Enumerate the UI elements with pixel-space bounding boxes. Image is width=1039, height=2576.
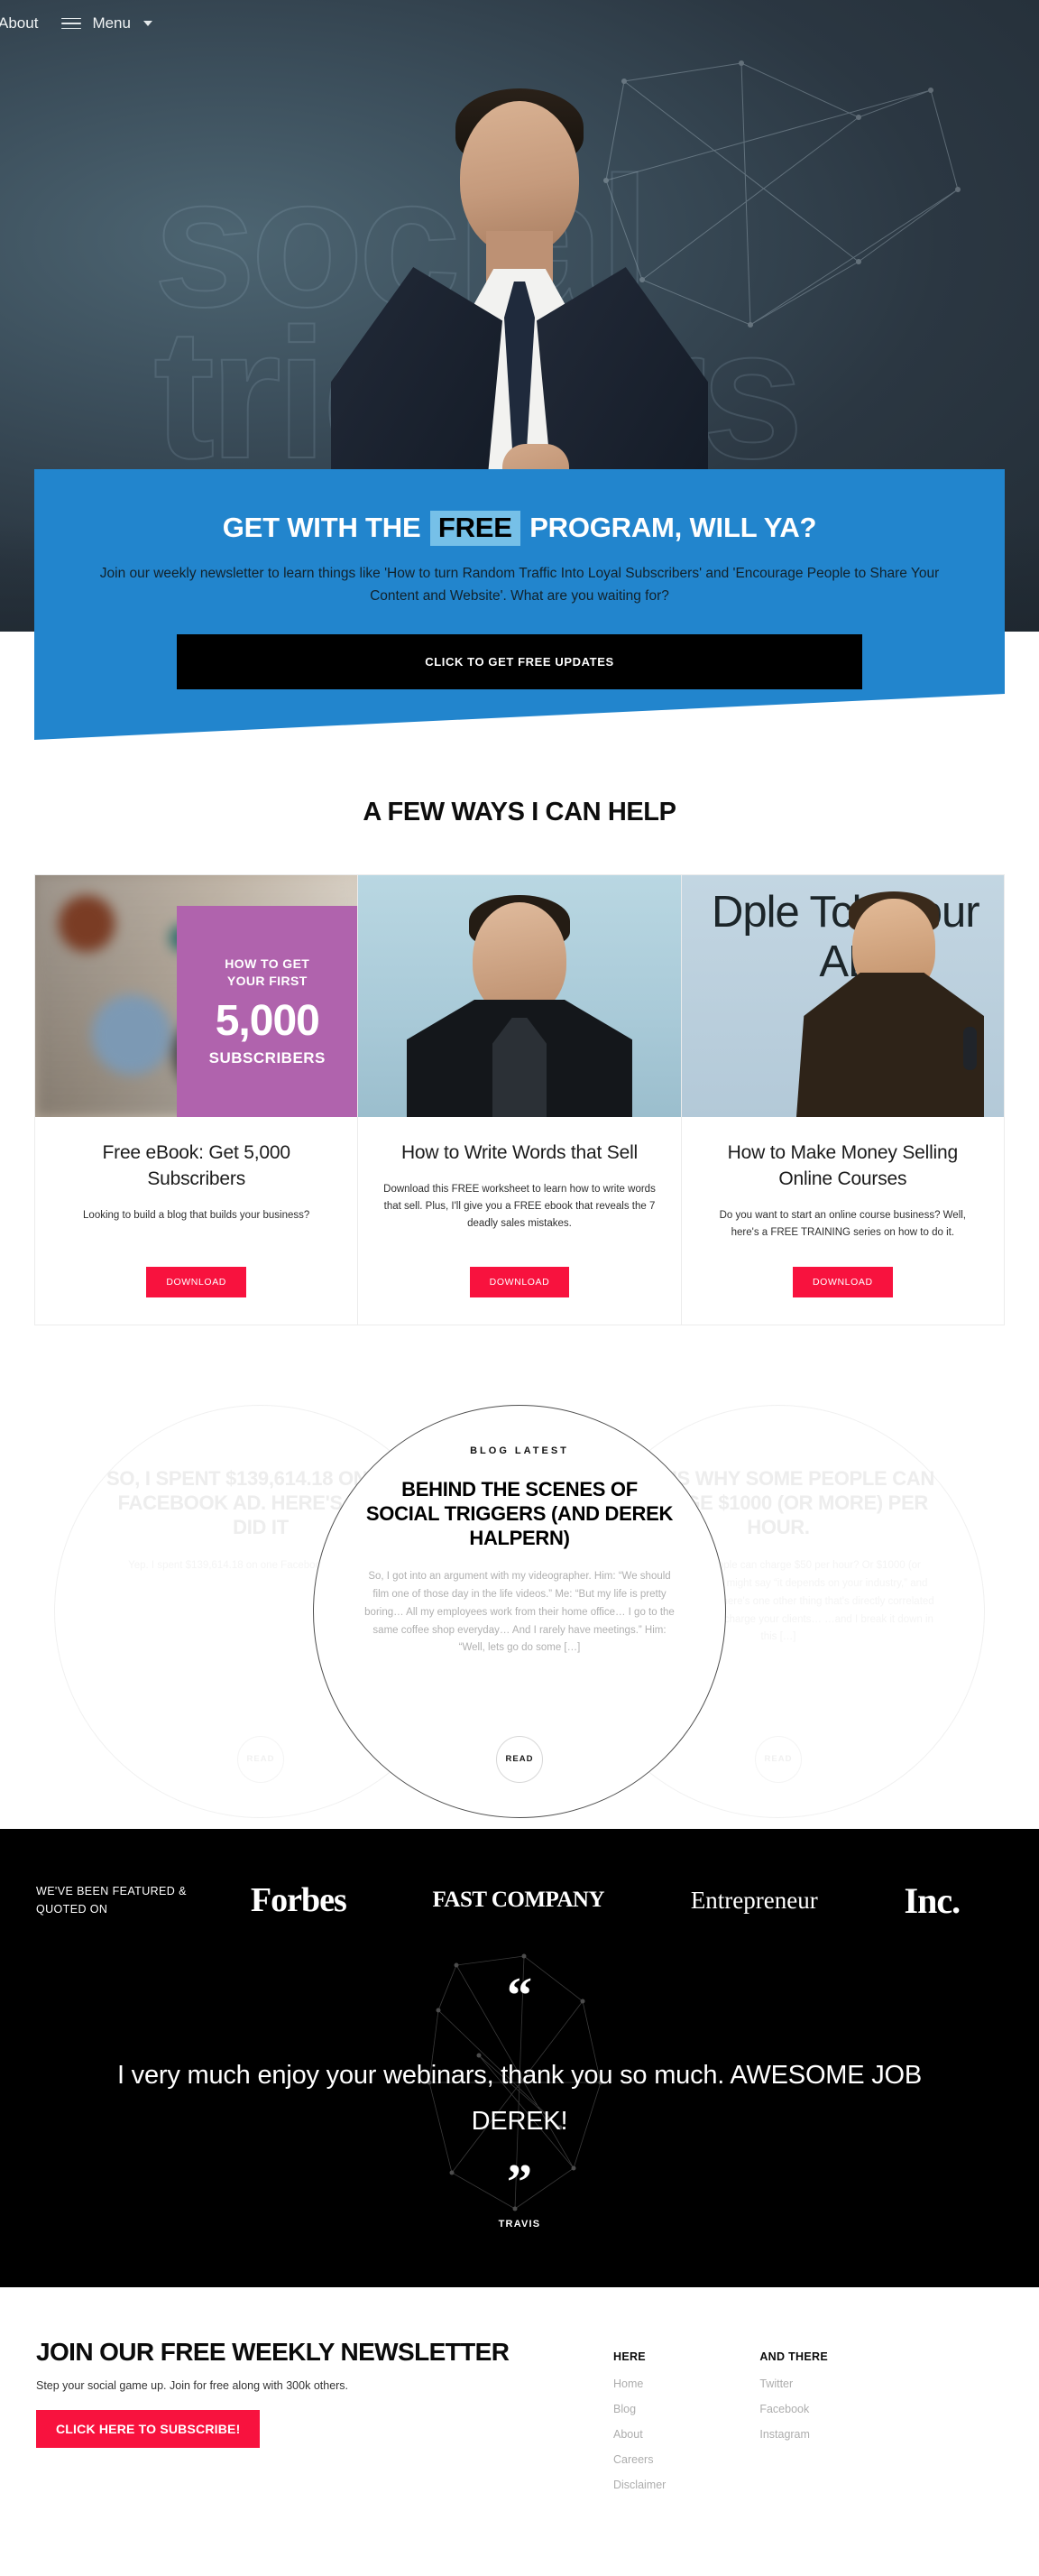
- hamburger-icon: [61, 17, 82, 30]
- footer-column-and-there: AND THERE Twitter Facebook Instagram: [759, 2350, 828, 2504]
- card-description: Looking to build a blog that builds your…: [83, 1209, 310, 1221]
- blog-latest-section: SO, I SPENT $139,614.18 ON ONE FACEBOOK …: [0, 1404, 1039, 1829]
- fast-company-logo: FAST COMPANY: [432, 1888, 605, 1913]
- blog-read-button[interactable]: READ: [496, 1735, 543, 1783]
- footer-newsletter: JOIN OUR FREE WEEKLY NEWSLETTER Step you…: [36, 2338, 613, 2504]
- card-image-copywriting: [358, 875, 681, 1117]
- close-quote-icon: ”: [507, 2154, 532, 2211]
- footer-heading: JOIN OUR FREE WEEKLY NEWSLETTER: [36, 2337, 510, 2366]
- help-card[interactable]: Dple Tch Cour AL How to Make Money Selli…: [681, 874, 1005, 1325]
- cta-title-part1: GET WITH THE: [222, 512, 421, 543]
- cta-banner: GET WITH THE FREE PROGRAM, WILL YA? Join…: [34, 469, 1005, 740]
- card-description: Do you want to start an online course bu…: [719, 1209, 967, 1238]
- blog-kicker: BLOG LATEST: [470, 1445, 569, 1456]
- top-navigation: About Menu: [0, 0, 1039, 47]
- card-description: Download this FREE worksheet to learn ho…: [383, 1183, 656, 1229]
- inc-logo: Inc.: [904, 1879, 961, 1921]
- cta-title-part2: PROGRAM, WILL YA?: [529, 512, 817, 543]
- footer-link-home[interactable]: Home: [613, 2377, 666, 2390]
- testimonial-author: TRAVIS: [498, 2218, 541, 2230]
- cta-title: GET WITH THE FREE PROGRAM, WILL YA?: [88, 511, 951, 546]
- overlay-line-1: HOW TO GET: [225, 956, 310, 971]
- footer-column-here: HERE Home Blog About Careers Disclaimer: [613, 2350, 666, 2504]
- nav-link-about[interactable]: About: [0, 14, 38, 32]
- card-download-button[interactable]: DOWNLOAD: [146, 1266, 246, 1297]
- cta-title-highlight: FREE: [429, 511, 520, 546]
- footer-link-facebook[interactable]: Facebook: [759, 2403, 828, 2415]
- card-download-button[interactable]: DOWNLOAD: [793, 1266, 893, 1297]
- card-title: How to Write Words that Sell: [400, 1142, 639, 1163]
- card-image-courses: Dple Tch Cour AL: [681, 875, 1004, 1117]
- testimonial-block: “ I very much enjoy your webinars, thank…: [0, 1953, 1039, 2230]
- card-image-ebook: HOW TO GET YOUR FIRST 5,000 SUBSCRIBERS: [35, 875, 358, 1117]
- card-download-button[interactable]: DOWNLOAD: [469, 1266, 570, 1297]
- featured-label: WE'VE BEEN FEATURED & QUOTED ON: [36, 1884, 187, 1916]
- photo-head: [472, 902, 566, 1016]
- overlay-line-3: SUBSCRIBERS: [208, 1049, 326, 1067]
- featured-logos-row: WE'VE BEEN FEATURED & QUOTED ON Forbes F…: [0, 1879, 1039, 1922]
- help-heading: A FEW WAYS I CAN HELP: [363, 798, 676, 826]
- footer-subscribe-button[interactable]: CLICK HERE TO SUBSCRIBE!: [36, 2409, 261, 2448]
- entrepreneur-logo: Entrepreneur: [690, 1886, 818, 1914]
- card-title: How to Make Money Selling Online Courses: [727, 1142, 958, 1189]
- forbes-logo: Forbes: [250, 1881, 347, 1920]
- nav-menu-label: Menu: [92, 14, 131, 32]
- landing-page: About Menu socialtriggers: [0, 0, 1039, 2558]
- help-card[interactable]: HOW TO GET YOUR FIRST 5,000 SUBSCRIBERS …: [34, 874, 359, 1325]
- footer-column-title: HERE: [613, 2350, 646, 2363]
- ebook-overlay: HOW TO GET YOUR FIRST 5,000 SUBSCRIBERS: [177, 906, 358, 1117]
- logo-list: Forbes FAST COMPANY Entrepreneur Inc.: [207, 1879, 1003, 1922]
- overlay-line-2: YOUR FIRST: [226, 973, 308, 988]
- blog-excerpt: So, I got into an argument with my video…: [364, 1571, 675, 1654]
- footer-link-twitter[interactable]: Twitter: [759, 2377, 828, 2390]
- speaker-jacket: [795, 973, 984, 1117]
- overlay-number: 5,000: [215, 997, 320, 1046]
- footer-link-blog[interactable]: Blog: [613, 2403, 666, 2415]
- open-quote-icon: “: [507, 1967, 532, 2024]
- footer-link-disclaimer[interactable]: Disclaimer: [613, 2479, 666, 2491]
- footer-subtext: Step your social game up. Join for free …: [36, 2378, 349, 2392]
- footer-link-instagram[interactable]: Instagram: [759, 2428, 828, 2441]
- microphone-icon: [962, 1027, 977, 1070]
- cta-banner-wrapper: GET WITH THE FREE PROGRAM, WILL YA? Join…: [0, 469, 1039, 740]
- blog-post-circle-center[interactable]: BLOG LATEST BEHIND THE SCENES OF SOCIAL …: [313, 1404, 726, 1818]
- press-and-testimonial-section: WE'VE BEEN FEATURED & QUOTED ON Forbes F…: [0, 1828, 1039, 2287]
- blog-read-button[interactable]: READ: [237, 1735, 284, 1783]
- chevron-down-icon: [143, 21, 152, 26]
- help-card[interactable]: How to Write Words that Sell Download th…: [358, 874, 682, 1325]
- stage-screen-text: Dple Tch Cour AL: [712, 888, 980, 986]
- footer-link-careers[interactable]: Careers: [613, 2453, 666, 2466]
- testimonial-text: I very much enjoy your webinars, thank y…: [116, 2061, 923, 2137]
- cta-body: Join our weekly newsletter to learn thin…: [99, 565, 940, 604]
- footer-column-title: AND THERE: [759, 2350, 828, 2363]
- footer: JOIN OUR FREE WEEKLY NEWSLETTER Step you…: [0, 2286, 1039, 2558]
- nav-menu-toggle[interactable]: Menu: [61, 14, 152, 32]
- blog-title: BEHIND THE SCENES OF SOCIAL TRIGGERS (AN…: [365, 1477, 674, 1549]
- footer-link-columns: HERE Home Blog About Careers Disclaimer …: [613, 2338, 828, 2504]
- cta-subscribe-button[interactable]: CLICK TO GET FREE UPDATES: [177, 633, 862, 689]
- blog-read-button[interactable]: READ: [755, 1735, 802, 1783]
- card-title: Free eBook: Get 5,000 Subscribers: [102, 1142, 290, 1189]
- help-section: A FEW WAYS I CAN HELP HOW TO GET YOUR FI…: [0, 632, 1039, 1362]
- footer-link-about[interactable]: About: [613, 2428, 666, 2441]
- help-cards: HOW TO GET YOUR FIRST 5,000 SUBSCRIBERS …: [0, 874, 1039, 1325]
